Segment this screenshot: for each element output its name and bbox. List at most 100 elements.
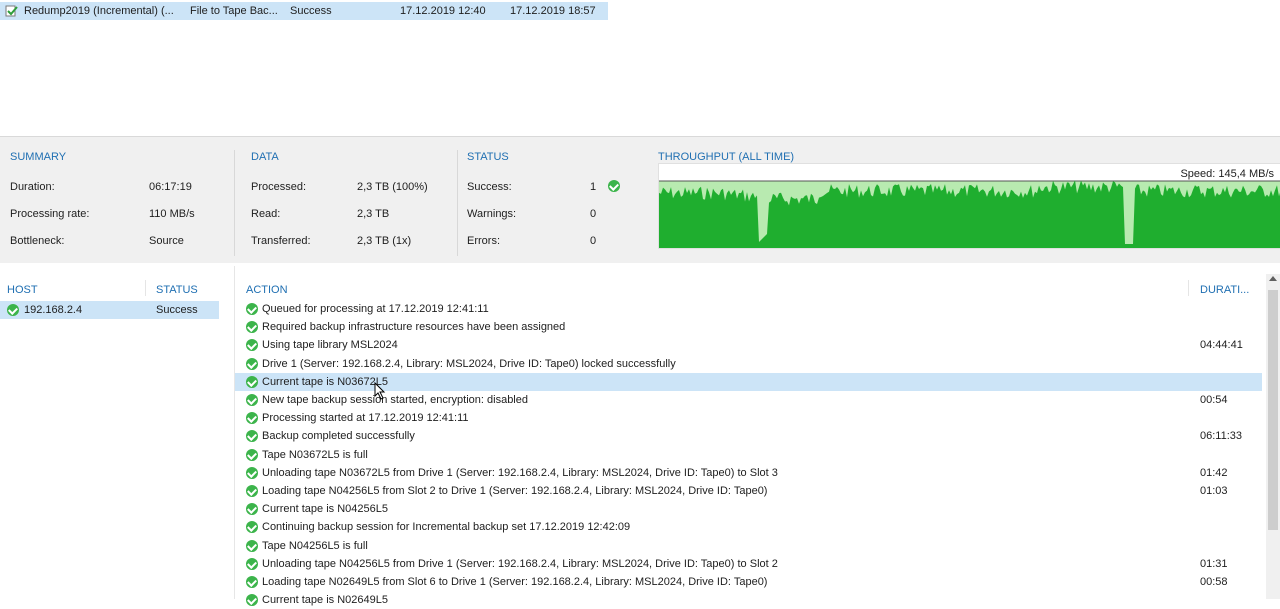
- action-text: Tape N04256L5 is full: [262, 539, 368, 552]
- scrollbar-thumb[interactable]: [1268, 290, 1278, 530]
- summary-header: SUMMARY: [10, 151, 67, 163]
- success-check-icon: [246, 466, 258, 479]
- processing-rate-label: Processing rate:: [10, 208, 90, 220]
- action-text: Queued for processing at 17.12.2019 12:4…: [262, 303, 489, 315]
- transferred-label: Transferred:: [251, 235, 311, 247]
- action-row[interactable]: Current tape is N03672L5: [235, 372, 1262, 391]
- processed-value: 2,3 TB (100%): [357, 181, 428, 193]
- host-column-header[interactable]: HOST: [7, 284, 38, 296]
- host-address: 192.168.2.4: [24, 304, 83, 316]
- action-row[interactable]: Drive 1 (Server: 192.168.2.4, Library: M…: [235, 355, 1262, 373]
- success-check-icon: [246, 503, 258, 516]
- action-text: Current tape is N02649L5: [262, 594, 388, 607]
- data-header: DATA: [251, 151, 279, 163]
- job-end-time: 17.12.2019 18:57: [510, 5, 596, 17]
- success-check-icon: [246, 412, 258, 425]
- success-check-icon: [246, 557, 258, 570]
- action-column-header[interactable]: ACTION: [246, 284, 288, 296]
- status-header: STATUS: [467, 151, 509, 163]
- host-row[interactable]: 192.168.2.4 Success: [0, 301, 219, 319]
- read-label: Read:: [251, 208, 281, 220]
- success-check-icon: [246, 303, 258, 315]
- action-text: Required backup infrastructure resources…: [262, 321, 566, 334]
- action-duration: 01:42: [1200, 466, 1228, 479]
- column-divider: [1188, 280, 1189, 296]
- action-row[interactable]: Using tape library MSL2024 04:44:41: [235, 336, 1262, 354]
- action-row[interactable]: Current tape is N02649L5: [235, 591, 1262, 609]
- warnings-count: 0: [590, 208, 597, 220]
- action-row[interactable]: Loading tape N02649L5 from Slot 6 to Dri…: [235, 573, 1262, 591]
- read-value: 2,3 TB: [357, 208, 390, 220]
- action-text: Unloading tape N03672L5 from Drive 1 (Se…: [262, 466, 778, 479]
- job-row[interactable]: Redump2019 (Incremental) (... File to Ta…: [0, 2, 608, 20]
- job-status: Success: [290, 5, 332, 17]
- action-text: Loading tape N02649L5 from Slot 6 to Dri…: [262, 576, 768, 588]
- action-row[interactable]: Unloading tape N04256L5 from Drive 1 (Se…: [235, 555, 1262, 573]
- action-text: Drive 1 (Server: 192.168.2.4, Library: M…: [262, 357, 676, 370]
- divider: [457, 150, 458, 256]
- errors-label: Errors:: [467, 235, 500, 247]
- action-row[interactable]: Continuing backup session for Incrementa…: [235, 518, 1262, 536]
- host-status-column-header[interactable]: STATUS: [156, 284, 198, 296]
- success-check-icon: [246, 576, 258, 588]
- action-text: Backup completed successfully: [262, 430, 415, 443]
- action-text: Unloading tape N04256L5 from Drive 1 (Se…: [262, 557, 778, 570]
- success-label: Success:: [467, 181, 512, 193]
- throughput-header: THROUGHPUT (ALL TIME): [658, 151, 795, 163]
- action-text: Continuing backup session for Incrementa…: [262, 521, 631, 534]
- job-name: Redump2019 (Incremental) (...: [24, 5, 174, 17]
- action-text: Processing started at 17.12.2019 12:41:1…: [262, 412, 469, 425]
- action-text: Loading tape N04256L5 from Slot 2 to Dri…: [262, 485, 768, 497]
- job-start-time: 17.12.2019 12:40: [400, 5, 486, 17]
- throughput-chart: Speed: 145,4 MB/s: [658, 163, 1280, 249]
- success-check-icon: [246, 594, 258, 607]
- action-row[interactable]: Backup completed successfully 06:11:33: [235, 427, 1262, 445]
- warnings-label: Warnings:: [467, 208, 517, 220]
- job-success-icon: [5, 5, 18, 17]
- bottleneck-label: Bottleneck:: [10, 235, 65, 247]
- processed-label: Processed:: [251, 181, 307, 193]
- processing-rate-value: 110 MB/s: [149, 208, 195, 220]
- scroll-up-arrow-icon[interactable]: [1269, 276, 1277, 281]
- column-divider: [145, 280, 146, 296]
- host-status: Success: [156, 304, 198, 316]
- action-row[interactable]: Unloading tape N03672L5 from Drive 1 (Se…: [235, 464, 1262, 482]
- success-check-icon: [246, 521, 258, 534]
- job-type: File to Tape Bac...: [190, 5, 278, 17]
- action-row[interactable]: Loading tape N04256L5 from Slot 2 to Dri…: [235, 482, 1262, 500]
- success-check-icon: [246, 430, 258, 443]
- action-duration: 00:54: [1200, 394, 1228, 406]
- success-check-icon: [246, 485, 258, 497]
- action-duration: 04:44:41: [1200, 339, 1243, 352]
- action-row[interactable]: Queued for processing at 17.12.2019 12:4…: [235, 300, 1262, 318]
- success-count: 1: [590, 181, 597, 193]
- mouse-pointer-icon: [374, 382, 386, 400]
- bottleneck-value: Source: [149, 235, 184, 247]
- action-row[interactable]: Tape N03672L5 is full: [235, 446, 1262, 464]
- action-text: New tape backup session started, encrypt…: [262, 394, 528, 406]
- success-check-icon: [246, 448, 258, 461]
- duration-column-header[interactable]: DURATI...: [1200, 284, 1249, 296]
- action-duration: 01:31: [1200, 557, 1228, 570]
- action-row[interactable]: Current tape is N04256L5: [235, 500, 1262, 518]
- action-row[interactable]: New tape backup session started, encrypt…: [235, 391, 1262, 409]
- errors-count: 0: [590, 235, 597, 247]
- success-check-icon: [246, 339, 258, 352]
- action-text: Using tape library MSL2024: [262, 339, 398, 352]
- action-text: Current tape is N04256L5: [262, 503, 388, 516]
- action-duration: 06:11:33: [1200, 430, 1243, 443]
- action-text: Tape N03672L5 is full: [262, 448, 368, 461]
- duration-label: Duration:: [10, 181, 55, 193]
- success-check-icon: [608, 180, 620, 192]
- throughput-speed: Speed: 145,4 MB/s: [1180, 168, 1274, 180]
- success-check-icon: [246, 394, 258, 406]
- success-check-icon: [246, 375, 258, 388]
- success-check-icon: [246, 539, 258, 552]
- transferred-value: 2,3 TB (1x): [357, 235, 412, 247]
- action-duration: 00:58: [1200, 576, 1228, 588]
- action-text: Current tape is N03672L5: [262, 375, 388, 388]
- action-row[interactable]: Tape N04256L5 is full: [235, 537, 1262, 555]
- action-row[interactable]: Processing started at 17.12.2019 12:41:1…: [235, 409, 1262, 427]
- action-row[interactable]: Required backup infrastructure resources…: [235, 318, 1262, 336]
- action-duration: 01:03: [1200, 485, 1228, 497]
